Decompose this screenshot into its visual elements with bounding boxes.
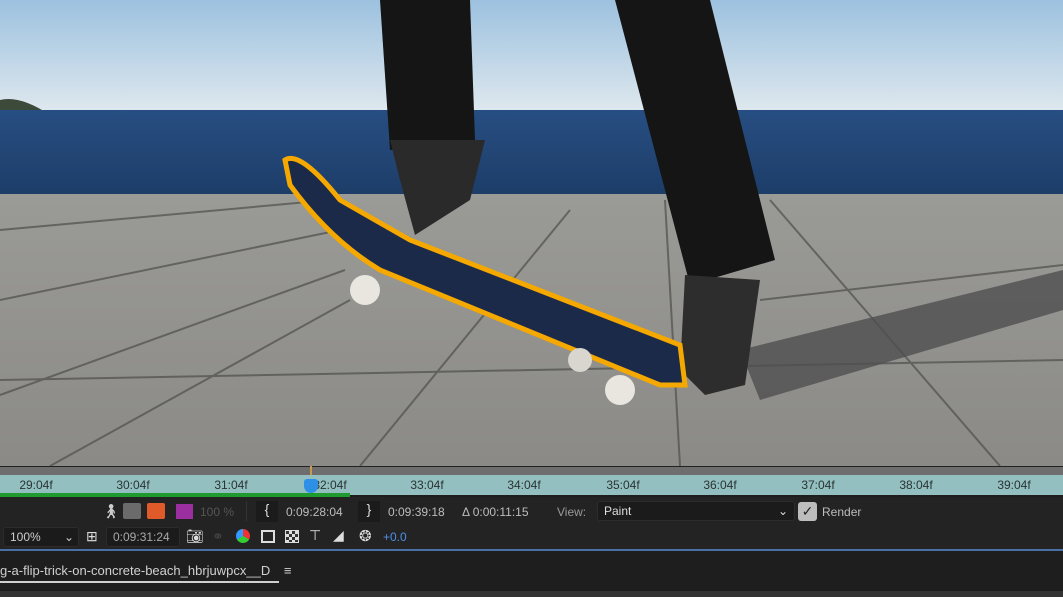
- viewer-toolbar: 100% ⌄ ⊞ 0:09:31:24 📷︎ ⚭ ⊤ ◢ ❂ +0.0: [0, 526, 1063, 549]
- set-in-point-button[interactable]: {: [256, 501, 278, 522]
- wheel: [605, 375, 635, 405]
- ruler-track: [0, 466, 1063, 475]
- left-leg: [380, 0, 475, 150]
- view-value: Paint: [604, 504, 632, 518]
- tick-label: 29:04f: [19, 478, 53, 492]
- 3d-view-icon[interactable]: ◢: [333, 527, 344, 544]
- current-time: 0:09:31:24: [113, 530, 170, 544]
- layer-toolbar: 🚶︎ 100 % { 0:09:28:04 } 0:09:39:18 Δ 0:0…: [0, 497, 1063, 526]
- tab-title: g-a-flip-trick-on-concrete-beach_hbrjuwp…: [0, 563, 271, 578]
- render-label: Render: [822, 505, 862, 519]
- tick-label: 32:04f: [313, 478, 347, 492]
- layer-viewer[interactable]: [0, 0, 1063, 466]
- chevron-down-icon: ⌄: [777, 504, 788, 518]
- view-label: View:: [557, 505, 587, 519]
- playhead-handle[interactable]: [304, 479, 318, 493]
- set-out-point-button[interactable]: }: [358, 501, 380, 522]
- walk-icon[interactable]: 🚶︎: [102, 503, 120, 520]
- chevron-down-icon: ⌄: [63, 530, 74, 544]
- render-checkbox[interactable]: ✓: [798, 502, 817, 521]
- divider: [246, 501, 247, 521]
- exposure-value[interactable]: +0.0: [383, 530, 407, 544]
- tick-label: 33:04f: [410, 478, 444, 492]
- wheel: [350, 275, 380, 305]
- current-time-field[interactable]: 0:09:31:24: [106, 527, 180, 547]
- tick-label: 36:04f: [703, 478, 737, 492]
- magnification-value: 100%: [10, 530, 41, 544]
- onion-skin-icon[interactable]: [123, 503, 141, 519]
- mask-path-icon[interactable]: ⊤: [309, 527, 321, 544]
- sky: [0, 0, 1063, 112]
- camera-icon[interactable]: 📷︎: [186, 528, 204, 545]
- tick-label: 35:04f: [606, 478, 640, 492]
- tick-label: 30:04f: [116, 478, 150, 492]
- reset-exposure-icon[interactable]: ❂: [359, 527, 372, 545]
- opacity-value[interactable]: 100 %: [200, 505, 234, 519]
- magnification-dropdown[interactable]: 100% ⌄: [3, 527, 79, 547]
- time-ruler[interactable]: 29:04f 30:04f 31:04f 32:04f 33:04f 34:04…: [0, 475, 1063, 495]
- duration: Δ 0:00:11:15: [462, 505, 529, 519]
- out-point-timecode[interactable]: 0:09:39:18: [388, 505, 445, 519]
- tick-label: 31:04f: [214, 478, 248, 492]
- active-tab-underline: [0, 581, 279, 583]
- onion-skin-color-icon[interactable]: [147, 503, 165, 519]
- show-snapshot-icon[interactable]: ⚭: [212, 528, 224, 545]
- tick-label: 34:04f: [507, 478, 541, 492]
- region-of-interest-icon[interactable]: ⊞: [86, 528, 98, 545]
- view-dropdown[interactable]: Paint ⌄: [597, 501, 795, 521]
- tick-label: 38:04f: [899, 478, 933, 492]
- color-swatch[interactable]: [176, 504, 193, 519]
- resolution-icon[interactable]: [261, 530, 275, 543]
- transparency-grid-icon[interactable]: [285, 530, 299, 543]
- channel-icon[interactable]: [236, 529, 250, 543]
- timeline-panel: [0, 591, 1063, 597]
- panel-divider: [0, 549, 1063, 551]
- tick-label: 39:04f: [997, 478, 1031, 492]
- tick-label: 37:04f: [801, 478, 835, 492]
- sea: [0, 110, 1063, 196]
- in-point-timecode[interactable]: 0:09:28:04: [286, 505, 343, 519]
- tab-layer[interactable]: g-a-flip-trick-on-concrete-beach_hbrjuwp…: [0, 563, 291, 578]
- wheel: [568, 348, 592, 372]
- menu-icon[interactable]: ≡: [284, 563, 292, 578]
